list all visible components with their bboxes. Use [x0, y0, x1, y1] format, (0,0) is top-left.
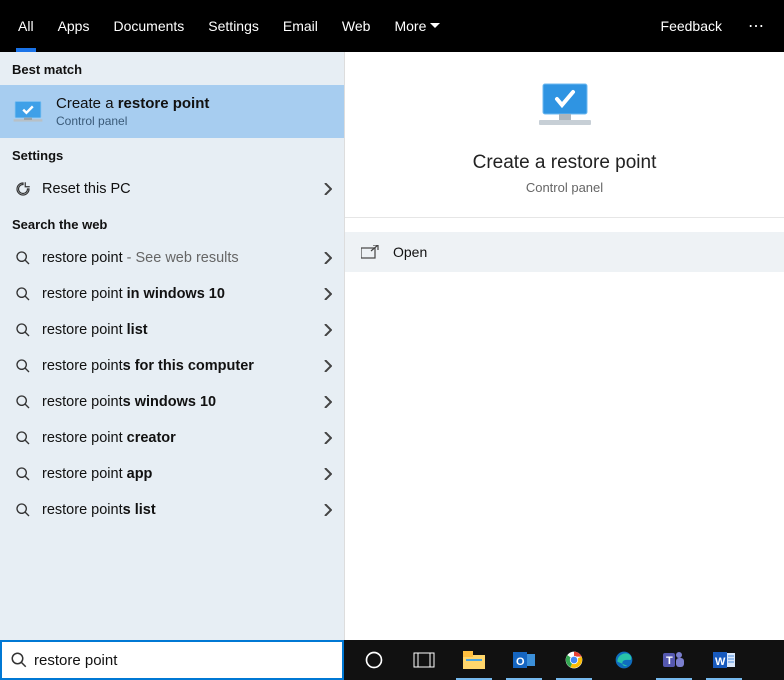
svg-text:O: O [516, 656, 525, 668]
monitor-check-icon [12, 100, 44, 124]
taskbar-taskview-icon[interactable] [400, 640, 448, 680]
web-item-label: restore points windows 10 [34, 394, 324, 410]
best-match-text: Create a restore point Control panel [56, 95, 209, 128]
svg-text:W: W [715, 656, 726, 668]
taskbar-outlook-icon[interactable]: O [500, 640, 548, 680]
chevron-right-icon [324, 504, 332, 516]
search-icon [12, 502, 34, 518]
taskbar-edge-icon[interactable] [600, 640, 648, 680]
web-item-label: restore point - See web results [34, 250, 324, 266]
tab-email[interactable]: Email [271, 0, 330, 52]
search-icon [10, 651, 28, 669]
search-icon [12, 394, 34, 410]
web-item[interactable]: restore point - See web results [0, 240, 344, 276]
taskbar-cortana-icon[interactable] [350, 640, 398, 680]
web-item-label: restore point app [34, 466, 324, 482]
chevron-right-icon [324, 360, 332, 372]
web-item[interactable]: restore point creator [0, 420, 344, 456]
web-item-label: restore point list [34, 322, 324, 338]
bottom-bar: O T W [0, 640, 784, 680]
chevron-right-icon [324, 396, 332, 408]
web-item-label: restore points for this computer [34, 358, 324, 374]
top-bar: All Apps Documents Settings Email Web Mo… [0, 0, 784, 52]
search-box[interactable] [0, 640, 344, 680]
svg-text:T: T [666, 655, 673, 667]
chevron-right-icon [324, 288, 332, 300]
web-item[interactable]: restore points list [0, 492, 344, 528]
web-item[interactable]: restore point in windows 10 [0, 276, 344, 312]
section-best-match: Best match [0, 52, 344, 85]
web-item-label: restore point in windows 10 [34, 286, 324, 302]
body: Best match Create a restore point Contro… [0, 52, 784, 640]
settings-item-label: Reset this PC [34, 181, 324, 197]
search-input[interactable] [34, 642, 334, 678]
tab-all[interactable]: All [6, 0, 46, 52]
more-options-icon[interactable]: ⋯ [736, 16, 778, 36]
section-web: Search the web [0, 207, 344, 240]
search-icon [12, 322, 34, 338]
tab-apps[interactable]: Apps [46, 0, 102, 52]
taskbar: O T W [344, 640, 784, 680]
chevron-down-icon [430, 23, 440, 29]
search-icon [12, 430, 34, 446]
section-settings: Settings [0, 138, 344, 171]
chevron-right-icon [324, 432, 332, 444]
preview-subtitle: Control panel [355, 180, 774, 195]
preview-title: Create a restore point [355, 152, 774, 174]
filter-tabs: All Apps Documents Settings Email Web Mo… [6, 0, 647, 52]
feedback-link[interactable]: Feedback [647, 18, 736, 34]
power-reset-icon [12, 180, 34, 198]
best-match-item[interactable]: Create a restore point Control panel [0, 85, 344, 138]
best-match-title-bold: restore point [118, 95, 210, 112]
search-icon [12, 286, 34, 302]
taskbar-word-icon[interactable]: W [700, 640, 748, 680]
preview-header: Create a restore point Control panel [345, 52, 784, 218]
settings-item-reset[interactable]: Reset this PC [0, 171, 344, 207]
preview-pane: Create a restore point Control panel Ope… [344, 52, 784, 640]
tab-more[interactable]: More [382, 0, 452, 52]
web-item[interactable]: restore points windows 10 [0, 384, 344, 420]
chevron-right-icon [324, 324, 332, 336]
search-icon [12, 466, 34, 482]
web-item-label: restore points list [34, 502, 324, 518]
chevron-right-icon [324, 252, 332, 264]
search-icon [12, 358, 34, 374]
tab-more-label: More [394, 18, 426, 34]
taskbar-explorer-icon[interactable] [450, 640, 498, 680]
best-match-subtitle: Control panel [56, 114, 209, 128]
chevron-right-icon [324, 183, 332, 195]
best-match-title-plain: Create a [56, 95, 118, 112]
action-open[interactable]: Open [345, 232, 784, 272]
search-icon [12, 250, 34, 266]
monitor-check-icon [355, 80, 774, 134]
chevron-right-icon [324, 468, 332, 480]
tab-documents[interactable]: Documents [101, 0, 196, 52]
web-item[interactable]: restore point list [0, 312, 344, 348]
tab-settings[interactable]: Settings [196, 0, 271, 52]
tab-web[interactable]: Web [330, 0, 383, 52]
web-item[interactable]: restore points for this computer [0, 348, 344, 384]
web-item-label: restore point creator [34, 430, 324, 446]
open-icon [361, 245, 379, 259]
web-item[interactable]: restore point app [0, 456, 344, 492]
results-pane: Best match Create a restore point Contro… [0, 52, 344, 640]
action-open-label: Open [393, 244, 427, 260]
taskbar-chrome-icon[interactable] [550, 640, 598, 680]
taskbar-teams-icon[interactable]: T [650, 640, 698, 680]
